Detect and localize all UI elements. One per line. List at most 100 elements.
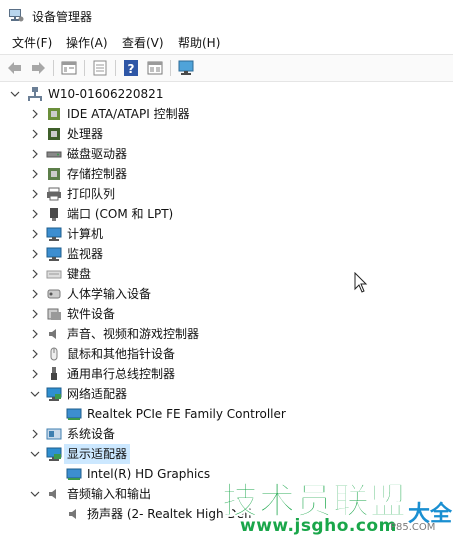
update-driver-icon[interactable] xyxy=(91,59,109,77)
ide-controller-icon xyxy=(48,108,60,120)
title-bar: 设备管理器 xyxy=(0,0,453,30)
chevron-right-icon[interactable] xyxy=(30,104,40,124)
disk-drive-icon xyxy=(46,151,62,158)
software-device-icon xyxy=(47,308,61,320)
properties-icon[interactable] xyxy=(60,59,78,77)
window-title: 设备管理器 xyxy=(32,10,93,24)
chevron-down-icon[interactable] xyxy=(30,384,40,404)
chevron-right-icon[interactable] xyxy=(30,164,40,184)
tree-category[interactable]: 系统设备 xyxy=(0,424,453,444)
tree-category[interactable]: 计算机 xyxy=(0,224,453,244)
chevron-right-icon[interactable] xyxy=(30,364,40,384)
tree-category-label: 计算机 xyxy=(67,227,104,241)
network-adapter-icon xyxy=(46,387,62,401)
tree-category[interactable]: 端口 (COM 和 LPT) xyxy=(0,204,453,224)
tree-category-label: 键盘 xyxy=(67,267,92,281)
tree-root-label: W10-01606220821 xyxy=(48,87,164,101)
monitor-scan-icon[interactable] xyxy=(177,59,195,77)
menu-help[interactable]: 帮助(H) xyxy=(178,34,220,51)
toolbar-separator xyxy=(115,60,116,76)
tree-category-label: 端口 (COM 和 LPT) xyxy=(67,207,174,221)
computer-root-icon xyxy=(28,87,42,101)
tree-category-label: 音频输入和输出 xyxy=(67,487,152,501)
tree-category[interactable]: 磁盘驱动器 xyxy=(0,144,453,164)
toolbar: ? xyxy=(0,54,453,82)
mouse-icon xyxy=(50,347,58,361)
forward-arrow-icon[interactable] xyxy=(29,59,47,77)
tree-category-label: 系统设备 xyxy=(67,427,116,441)
tree-category-label: 网络适配器 xyxy=(67,387,128,401)
chevron-right-icon[interactable] xyxy=(30,124,40,144)
menu-action[interactable]: 操作(A) xyxy=(66,34,108,51)
chevron-right-icon[interactable] xyxy=(30,424,40,444)
help-icon[interactable]: ? xyxy=(122,59,140,77)
tree-category-label: 打印队列 xyxy=(67,187,116,201)
chevron-right-icon[interactable] xyxy=(30,324,40,344)
toolbar-separator xyxy=(84,60,85,76)
chevron-right-icon[interactable] xyxy=(30,184,40,204)
tree-category[interactable]: 网络适配器 xyxy=(0,384,453,404)
chevron-right-icon[interactable] xyxy=(30,244,40,264)
menu-bar: 文件(F) 操作(A) 查看(V) 帮助(H) xyxy=(0,32,453,52)
svg-text:?: ? xyxy=(128,62,135,76)
chevron-down-icon[interactable] xyxy=(10,84,20,104)
tree-device-label: Intel(R) HD Graphics xyxy=(87,467,211,481)
tree-category[interactable]: 声音、视频和游戏控制器 xyxy=(0,324,453,344)
tree-category[interactable]: IDE ATA/ATAPI 控制器 xyxy=(0,104,453,124)
menu-view[interactable]: 查看(V) xyxy=(122,34,164,51)
tree-root[interactable]: W10-01606220821 xyxy=(0,84,453,104)
chevron-right-icon[interactable] xyxy=(30,344,40,364)
chevron-right-icon[interactable] xyxy=(30,264,40,284)
usb-icon xyxy=(51,367,57,380)
toolbar-separator xyxy=(170,60,171,76)
view-icon[interactable] xyxy=(146,59,164,77)
tree-device[interactable]: Realtek PCIe FE Family Controller xyxy=(0,404,453,424)
chevron-right-icon[interactable] xyxy=(30,224,40,244)
tree-category[interactable]: 人体学输入设备 xyxy=(0,284,453,304)
mouse-cursor-icon xyxy=(354,272,368,293)
tree-category[interactable]: 打印队列 xyxy=(0,184,453,204)
sound-icon xyxy=(49,329,56,339)
tree-category[interactable]: 键盘 xyxy=(0,264,453,284)
tree-category-label: 鼠标和其他指针设备 xyxy=(67,347,176,361)
tree-device-label: Realtek PCIe FE Family Controller xyxy=(87,407,286,421)
tree-category[interactable]: 软件设备 xyxy=(0,304,453,324)
audio-io-icon xyxy=(49,489,56,499)
watermark-url: www.jsgho.com xyxy=(240,516,397,536)
tree-category[interactable]: 鼠标和其他指针设备 xyxy=(0,344,453,364)
tree-category[interactable]: 通用串行总线控制器 xyxy=(0,364,453,384)
tree-category-label: 存储控制器 xyxy=(67,167,128,181)
port-icon xyxy=(50,208,58,221)
chevron-down-icon[interactable] xyxy=(30,484,40,504)
tree-category[interactable]: 处理器 xyxy=(0,124,453,144)
tree-category[interactable]: 监视器 xyxy=(0,244,453,264)
chevron-down-icon[interactable] xyxy=(30,444,40,464)
tree-category[interactable]: 存储控制器 xyxy=(0,164,453,184)
system-device-icon xyxy=(46,428,62,440)
chevron-right-icon[interactable] xyxy=(30,144,40,164)
menu-file[interactable]: 文件(F) xyxy=(12,34,52,51)
keyboard-icon xyxy=(46,270,62,279)
tree-category-label: 通用串行总线控制器 xyxy=(67,367,176,381)
back-arrow-icon[interactable] xyxy=(6,59,24,77)
printer-icon xyxy=(47,187,61,201)
toolbar-separator xyxy=(53,60,54,76)
chevron-right-icon[interactable] xyxy=(30,304,40,324)
tree-category-label: 人体学输入设备 xyxy=(67,287,152,301)
display-card-icon xyxy=(66,468,82,480)
tree-category-label: 声音、视频和游戏控制器 xyxy=(67,327,200,341)
tree-category[interactable]: 显示适配器 xyxy=(0,444,453,464)
chevron-right-icon[interactable] xyxy=(30,284,40,304)
tree-category-label: 软件设备 xyxy=(67,307,116,321)
hid-icon xyxy=(47,289,61,299)
storage-controller-icon xyxy=(48,168,60,180)
monitor-icon xyxy=(46,247,62,261)
tree-category-label: IDE ATA/ATAPI 控制器 xyxy=(67,107,190,121)
network-card-icon xyxy=(66,408,82,420)
tree-category-label: 监视器 xyxy=(67,247,104,261)
computer-icon xyxy=(46,227,62,241)
chevron-right-icon[interactable] xyxy=(30,204,40,224)
display-adapter-icon xyxy=(46,447,62,461)
speaker-icon xyxy=(69,509,76,519)
tree-category-label: 显示适配器 xyxy=(64,444,131,464)
